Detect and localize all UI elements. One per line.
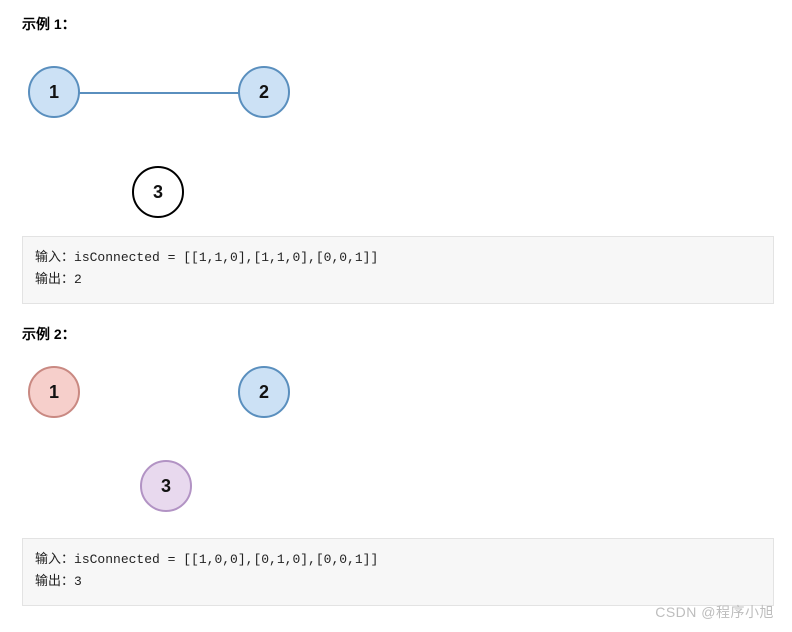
graph-node-label: 2 — [259, 382, 269, 403]
input-value: isConnected = [[1,1,0],[1,1,0],[0,0,1]] — [74, 250, 378, 265]
output-value: 2 — [74, 272, 82, 287]
graph-node-label: 3 — [161, 476, 171, 497]
output-label: 输出： — [35, 272, 74, 287]
input-value: isConnected = [[1,0,0],[0,1,0],[0,0,1]] — [74, 552, 378, 567]
input-label: 输入： — [35, 250, 74, 265]
watermark: CSDN @程序小旭 — [655, 602, 774, 622]
output-label: 输出： — [35, 574, 74, 589]
graph-node-1: 1 — [28, 366, 80, 418]
output-value: 3 — [74, 574, 82, 589]
graph-node-2: 2 — [238, 66, 290, 118]
example-1-diagram: 1 2 3 — [22, 46, 774, 236]
input-label: 输入： — [35, 552, 74, 567]
example-2-title: 示例 2： — [22, 324, 774, 344]
example-2-codeblock: 输入：isConnected = [[1,0,0],[0,1,0],[0,0,1… — [22, 538, 774, 606]
graph-node-label: 1 — [49, 82, 59, 103]
example-1-codeblock: 输入：isConnected = [[1,1,0],[1,1,0],[0,0,1… — [22, 236, 774, 304]
graph-node-2: 2 — [238, 366, 290, 418]
example-2-diagram: 1 2 3 — [22, 356, 774, 538]
example-1-title: 示例 1： — [22, 14, 774, 34]
graph-node-1: 1 — [28, 66, 80, 118]
graph-node-label: 1 — [49, 382, 59, 403]
graph-node-3: 3 — [132, 166, 184, 218]
edge-1-2 — [78, 92, 240, 94]
graph-node-3: 3 — [140, 460, 192, 512]
graph-node-label: 3 — [153, 182, 163, 203]
graph-node-label: 2 — [259, 82, 269, 103]
